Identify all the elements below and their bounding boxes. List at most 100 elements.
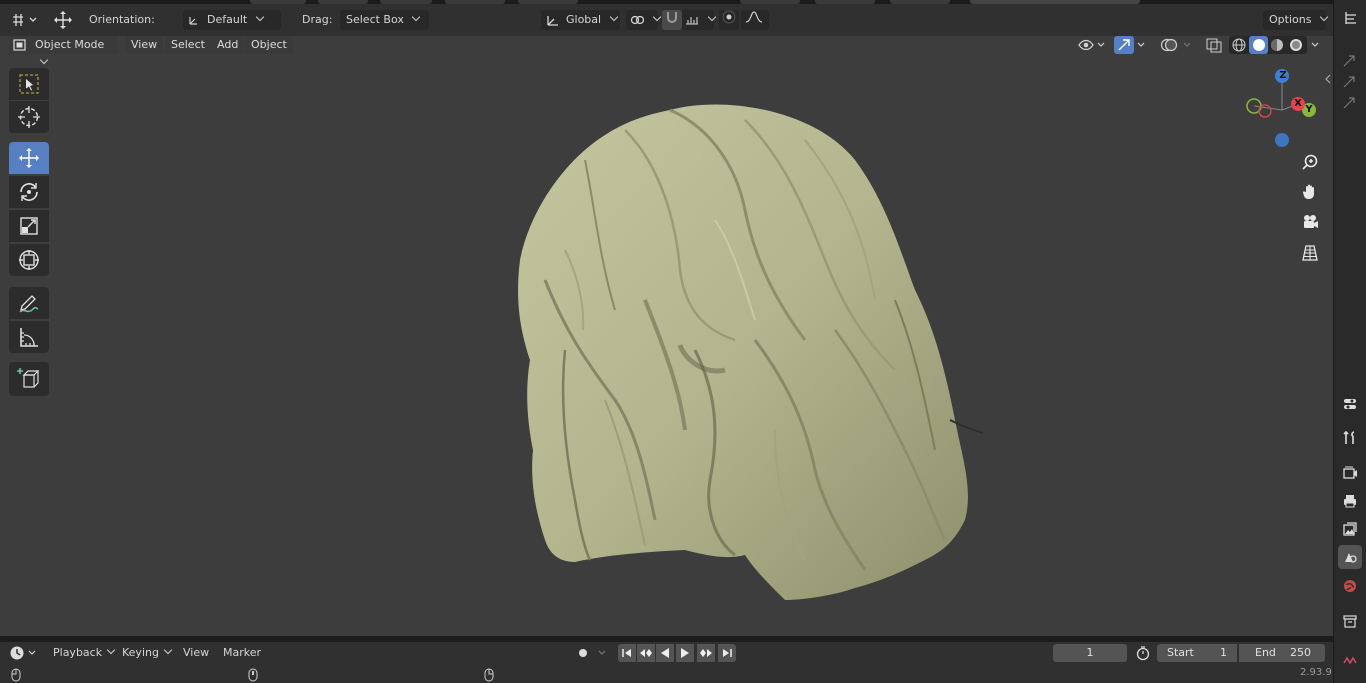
play-reverse-button[interactable] xyxy=(656,644,674,662)
camera-view-button[interactable] xyxy=(1296,208,1324,236)
tab-object[interactable] xyxy=(1338,654,1362,666)
menu-timeline-view[interactable]: View xyxy=(177,644,215,662)
tool-cursor[interactable] xyxy=(9,101,49,133)
select-box-icon xyxy=(19,74,39,94)
tool-measure[interactable] xyxy=(9,321,49,353)
jump-to-end-button[interactable] xyxy=(718,644,736,662)
eye-icon xyxy=(1078,39,1105,51)
hair-mesh-object[interactable] xyxy=(505,100,995,610)
start-frame-field[interactable]: Start 1 xyxy=(1157,644,1237,662)
menu-add[interactable]: Add xyxy=(211,36,245,54)
end-frame-field[interactable]: End 250 xyxy=(1239,644,1325,662)
global-axes-icon xyxy=(545,10,561,30)
tab-output[interactable] xyxy=(1338,489,1362,513)
gizmo-x-label: X xyxy=(1294,98,1302,109)
editor-type-button[interactable] xyxy=(10,10,40,30)
object-partial-icon xyxy=(1343,656,1357,665)
play-icon xyxy=(681,648,689,658)
drag-label: Drag: xyxy=(302,13,333,26)
record-dot-icon xyxy=(579,649,606,657)
transform-orientation-value: Global xyxy=(566,13,602,26)
properties-editor-type-button[interactable] xyxy=(1338,392,1362,416)
shading-dropdown[interactable] xyxy=(1310,40,1320,50)
mouse-left-icon xyxy=(10,668,22,682)
menu-playback-label: Playback xyxy=(53,646,103,659)
options-dropdown[interactable]: Options xyxy=(1263,10,1326,30)
jump-keyframe-forward-button[interactable] xyxy=(697,644,715,662)
menu-marker[interactable]: Marker xyxy=(217,644,267,662)
menu-keying[interactable]: Keying xyxy=(116,644,177,662)
tool-select-box[interactable] xyxy=(9,68,49,100)
zoom-view-button[interactable] xyxy=(1296,148,1324,176)
pivot-point-dropdown[interactable] xyxy=(626,10,658,30)
scale-icon xyxy=(20,217,38,235)
overlays-toggle[interactable] xyxy=(1160,37,1178,53)
options-label: Options xyxy=(1269,13,1312,26)
timeline-editor-type-button[interactable] xyxy=(9,644,41,662)
material-shading-button[interactable] xyxy=(1269,37,1285,53)
tab-render[interactable] xyxy=(1338,461,1362,485)
falloff-dropdown[interactable] xyxy=(741,10,769,30)
jump-to-start-button[interactable] xyxy=(618,644,636,662)
visibility-dropdown[interactable] xyxy=(1078,36,1108,54)
orientation-label: Orientation: xyxy=(89,13,155,26)
cursor-icon xyxy=(18,106,40,128)
stopwatch-icon[interactable] xyxy=(1135,645,1151,661)
drag-dropdown[interactable]: Select Box xyxy=(340,10,429,30)
tool-rotate[interactable] xyxy=(9,176,49,208)
play-button[interactable] xyxy=(676,644,694,662)
rendered-shading-button[interactable] xyxy=(1288,37,1304,53)
status-bar xyxy=(0,666,1333,683)
menu-playback[interactable]: Playback xyxy=(47,644,120,662)
perspective-toggle-button[interactable] xyxy=(1296,239,1324,267)
tool-scale[interactable] xyxy=(9,210,49,242)
image-layers-icon xyxy=(1343,522,1357,536)
rendered-sphere-icon xyxy=(1290,39,1302,51)
outliner-icon[interactable] xyxy=(1343,10,1359,26)
tab-view-layer[interactable] xyxy=(1338,517,1362,541)
tool-add-cube[interactable] xyxy=(9,362,49,396)
tab-scene[interactable] xyxy=(1338,545,1362,569)
menu-view[interactable]: View xyxy=(125,36,164,54)
collection-box-icon xyxy=(1343,615,1357,628)
jump-start-icon xyxy=(622,649,631,657)
material-sphere-icon xyxy=(1271,39,1283,51)
tab-tool[interactable] xyxy=(1338,426,1362,450)
pan-view-button[interactable] xyxy=(1296,178,1324,206)
keyframe-back-icon xyxy=(640,649,652,657)
grid-perspective-icon xyxy=(1302,245,1318,261)
auto-keying-toggle[interactable] xyxy=(572,644,612,662)
solid-shading-button[interactable] xyxy=(1249,36,1268,54)
start-frame-value: 1 xyxy=(1220,646,1227,659)
tab-collection[interactable] xyxy=(1338,609,1362,633)
xray-toggle[interactable] xyxy=(1205,37,1223,53)
proportional-editing-toggle[interactable] xyxy=(719,10,739,30)
tool-transform[interactable] xyxy=(9,244,49,276)
editor-type-icon xyxy=(13,14,37,26)
snap-toggle[interactable] xyxy=(662,10,682,30)
xray-icon xyxy=(1206,38,1222,53)
solid-sphere-icon xyxy=(1252,39,1265,51)
gizmo-toggle[interactable] xyxy=(1114,36,1134,54)
wireframe-shading-button[interactable] xyxy=(1231,37,1247,53)
gizmo-icon xyxy=(1118,39,1130,51)
restrict-toggle-icon[interactable] xyxy=(1342,96,1356,110)
tab-world[interactable] xyxy=(1338,574,1362,598)
magnet-icon xyxy=(667,12,677,23)
sidebar-collapse-arrow[interactable] xyxy=(1324,74,1332,84)
annotate-pencil-icon xyxy=(19,295,39,313)
tool-move[interactable] xyxy=(9,142,49,174)
restrict-toggle-icon[interactable] xyxy=(1342,54,1356,68)
render-camera-icon xyxy=(1343,466,1357,479)
drag-value: Select Box xyxy=(346,13,404,26)
snap-target-dropdown[interactable] xyxy=(682,10,714,30)
overlays-dropdown[interactable] xyxy=(1182,40,1192,50)
gizmo-dropdown[interactable] xyxy=(1136,40,1146,50)
menu-object[interactable]: Object xyxy=(245,36,293,54)
menu-select[interactable]: Select xyxy=(165,36,211,54)
current-frame-field[interactable]: 1 xyxy=(1053,644,1127,662)
mode-value: Object Mode xyxy=(35,38,105,51)
tool-annotate[interactable] xyxy=(9,287,49,319)
jump-keyframe-back-button[interactable] xyxy=(637,644,655,662)
restrict-toggle-icon[interactable] xyxy=(1342,75,1356,89)
